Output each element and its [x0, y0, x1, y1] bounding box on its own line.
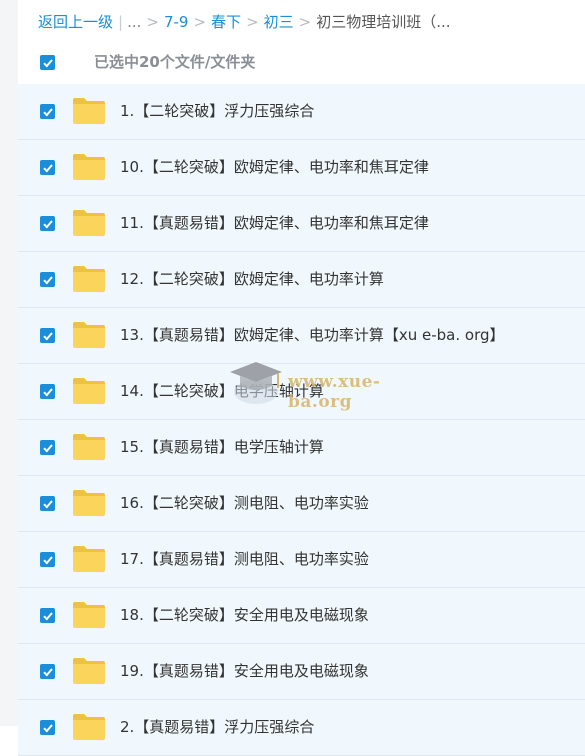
breadcrumb: 返回上一级 |... >7-9 > 春下 > 初三 > 初三物理培训班（... — [38, 10, 451, 34]
breadcrumb-item-7-9[interactable]: 7-9 — [164, 13, 189, 31]
file-row[interactable]: 16.【二轮突破】测电阻、电功率实验 — [18, 476, 585, 532]
breadcrumb-item-spring[interactable]: 春下 — [211, 13, 241, 31]
file-row[interactable]: 19.【真题易错】安全用电及电磁现象 — [18, 644, 585, 700]
left-strip — [0, 0, 18, 726]
checkmark-icon — [42, 387, 53, 396]
breadcrumb-separator: > — [246, 13, 259, 31]
breadcrumb-separator: > — [298, 13, 312, 31]
checkmark-icon — [42, 443, 53, 452]
file-name[interactable]: 19.【真题易错】安全用电及电磁现象 — [120, 644, 369, 699]
breadcrumb-separator: > — [193, 13, 207, 31]
breadcrumb-ellipsis[interactable]: ... — [127, 13, 141, 31]
file-row[interactable]: 15.【真题易错】电学压轴计算 — [18, 420, 585, 476]
file-row[interactable]: 10.【二轮突破】欧姆定律、电功率和焦耳定律 — [18, 140, 585, 196]
row-checkbox[interactable] — [40, 664, 55, 679]
folder-icon — [73, 378, 105, 404]
row-checkbox[interactable] — [40, 720, 55, 735]
folder-icon — [73, 490, 105, 516]
file-row[interactable]: 14.【二轮突破】电学压轴计算 — [18, 364, 585, 420]
row-checkbox[interactable] — [40, 440, 55, 455]
checkmark-icon — [42, 163, 53, 172]
row-checkbox[interactable] — [40, 104, 55, 119]
row-checkbox[interactable] — [40, 216, 55, 231]
file-row[interactable]: 2.【真题易错】浮力压强综合 — [18, 700, 585, 756]
back-link[interactable]: 返回上一级 — [38, 13, 113, 31]
folder-icon — [73, 546, 105, 572]
row-checkbox[interactable] — [40, 272, 55, 287]
file-name[interactable]: 2.【真题易错】浮力压强综合 — [120, 700, 314, 755]
file-name[interactable]: 15.【真题易错】电学压轴计算 — [120, 420, 324, 475]
file-name[interactable]: 12.【二轮突破】欧姆定律、电功率计算 — [120, 252, 384, 307]
row-checkbox[interactable] — [40, 608, 55, 623]
row-checkbox[interactable] — [40, 160, 55, 175]
file-name[interactable]: 10.【二轮突破】欧姆定律、电功率和焦耳定律 — [120, 140, 429, 195]
row-checkbox[interactable] — [40, 384, 55, 399]
folder-icon — [73, 98, 105, 124]
folder-icon — [73, 210, 105, 236]
checkmark-icon — [42, 555, 53, 564]
checkmark-icon — [42, 219, 53, 228]
file-row[interactable]: 17.【真题易错】测电阻、电功率实验 — [18, 532, 585, 588]
folder-icon — [73, 154, 105, 180]
checkmark-icon — [42, 107, 53, 116]
file-name[interactable]: 16.【二轮突破】测电阻、电功率实验 — [120, 476, 369, 531]
folder-icon — [73, 266, 105, 292]
file-row[interactable]: 11.【真题易错】欧姆定律、电功率和焦耳定律 — [18, 196, 585, 252]
checkmark-icon — [42, 611, 53, 620]
row-checkbox[interactable] — [40, 328, 55, 343]
breadcrumb-divider: | — [118, 13, 124, 31]
checkmark-icon — [42, 667, 53, 676]
selection-bar: 已选中20个文件/文件夹 — [18, 38, 585, 85]
file-name[interactable]: 14.【二轮突破】电学压轴计算 — [120, 364, 324, 419]
breadcrumb-current: 初三物理培训班（... — [316, 13, 451, 31]
select-all-checkbox[interactable] — [40, 55, 55, 70]
folder-icon — [73, 714, 105, 740]
file-row[interactable]: 1.【二轮突破】浮力压强综合 — [18, 84, 585, 140]
folder-icon — [73, 658, 105, 684]
folder-icon — [73, 434, 105, 460]
checkmark-icon — [42, 58, 53, 67]
checkmark-icon — [42, 275, 53, 284]
file-row[interactable]: 13.【真题易错】欧姆定律、电功率计算【xu e-ba. org】 — [18, 308, 585, 364]
checkmark-icon — [42, 331, 53, 340]
file-list: 1.【二轮突破】浮力压强综合 10.【二轮突破】欧姆定律、电功率和焦耳定律 11… — [18, 84, 585, 756]
folder-icon — [73, 602, 105, 628]
file-name[interactable]: 18.【二轮突破】安全用电及电磁现象 — [120, 588, 369, 643]
breadcrumb-item-grade9[interactable]: 初三 — [264, 13, 294, 31]
file-name[interactable]: 13.【真题易错】欧姆定律、电功率计算【xu e-ba. org】 — [120, 308, 505, 363]
checkmark-icon — [42, 499, 53, 508]
checkmark-icon — [42, 723, 53, 732]
file-name[interactable]: 11.【真题易错】欧姆定律、电功率和焦耳定律 — [120, 196, 429, 251]
file-row[interactable]: 12.【二轮突破】欧姆定律、电功率计算 — [18, 252, 585, 308]
selection-count: 已选中20个文件/文件夹 — [94, 53, 256, 71]
file-name[interactable]: 17.【真题易错】测电阻、电功率实验 — [120, 532, 369, 587]
file-name[interactable]: 1.【二轮突破】浮力压强综合 — [120, 84, 314, 139]
row-checkbox[interactable] — [40, 496, 55, 511]
file-row[interactable]: 18.【二轮突破】安全用电及电磁现象 — [18, 588, 585, 644]
breadcrumb-separator: > — [146, 13, 159, 31]
folder-icon — [73, 322, 105, 348]
row-checkbox[interactable] — [40, 552, 55, 567]
